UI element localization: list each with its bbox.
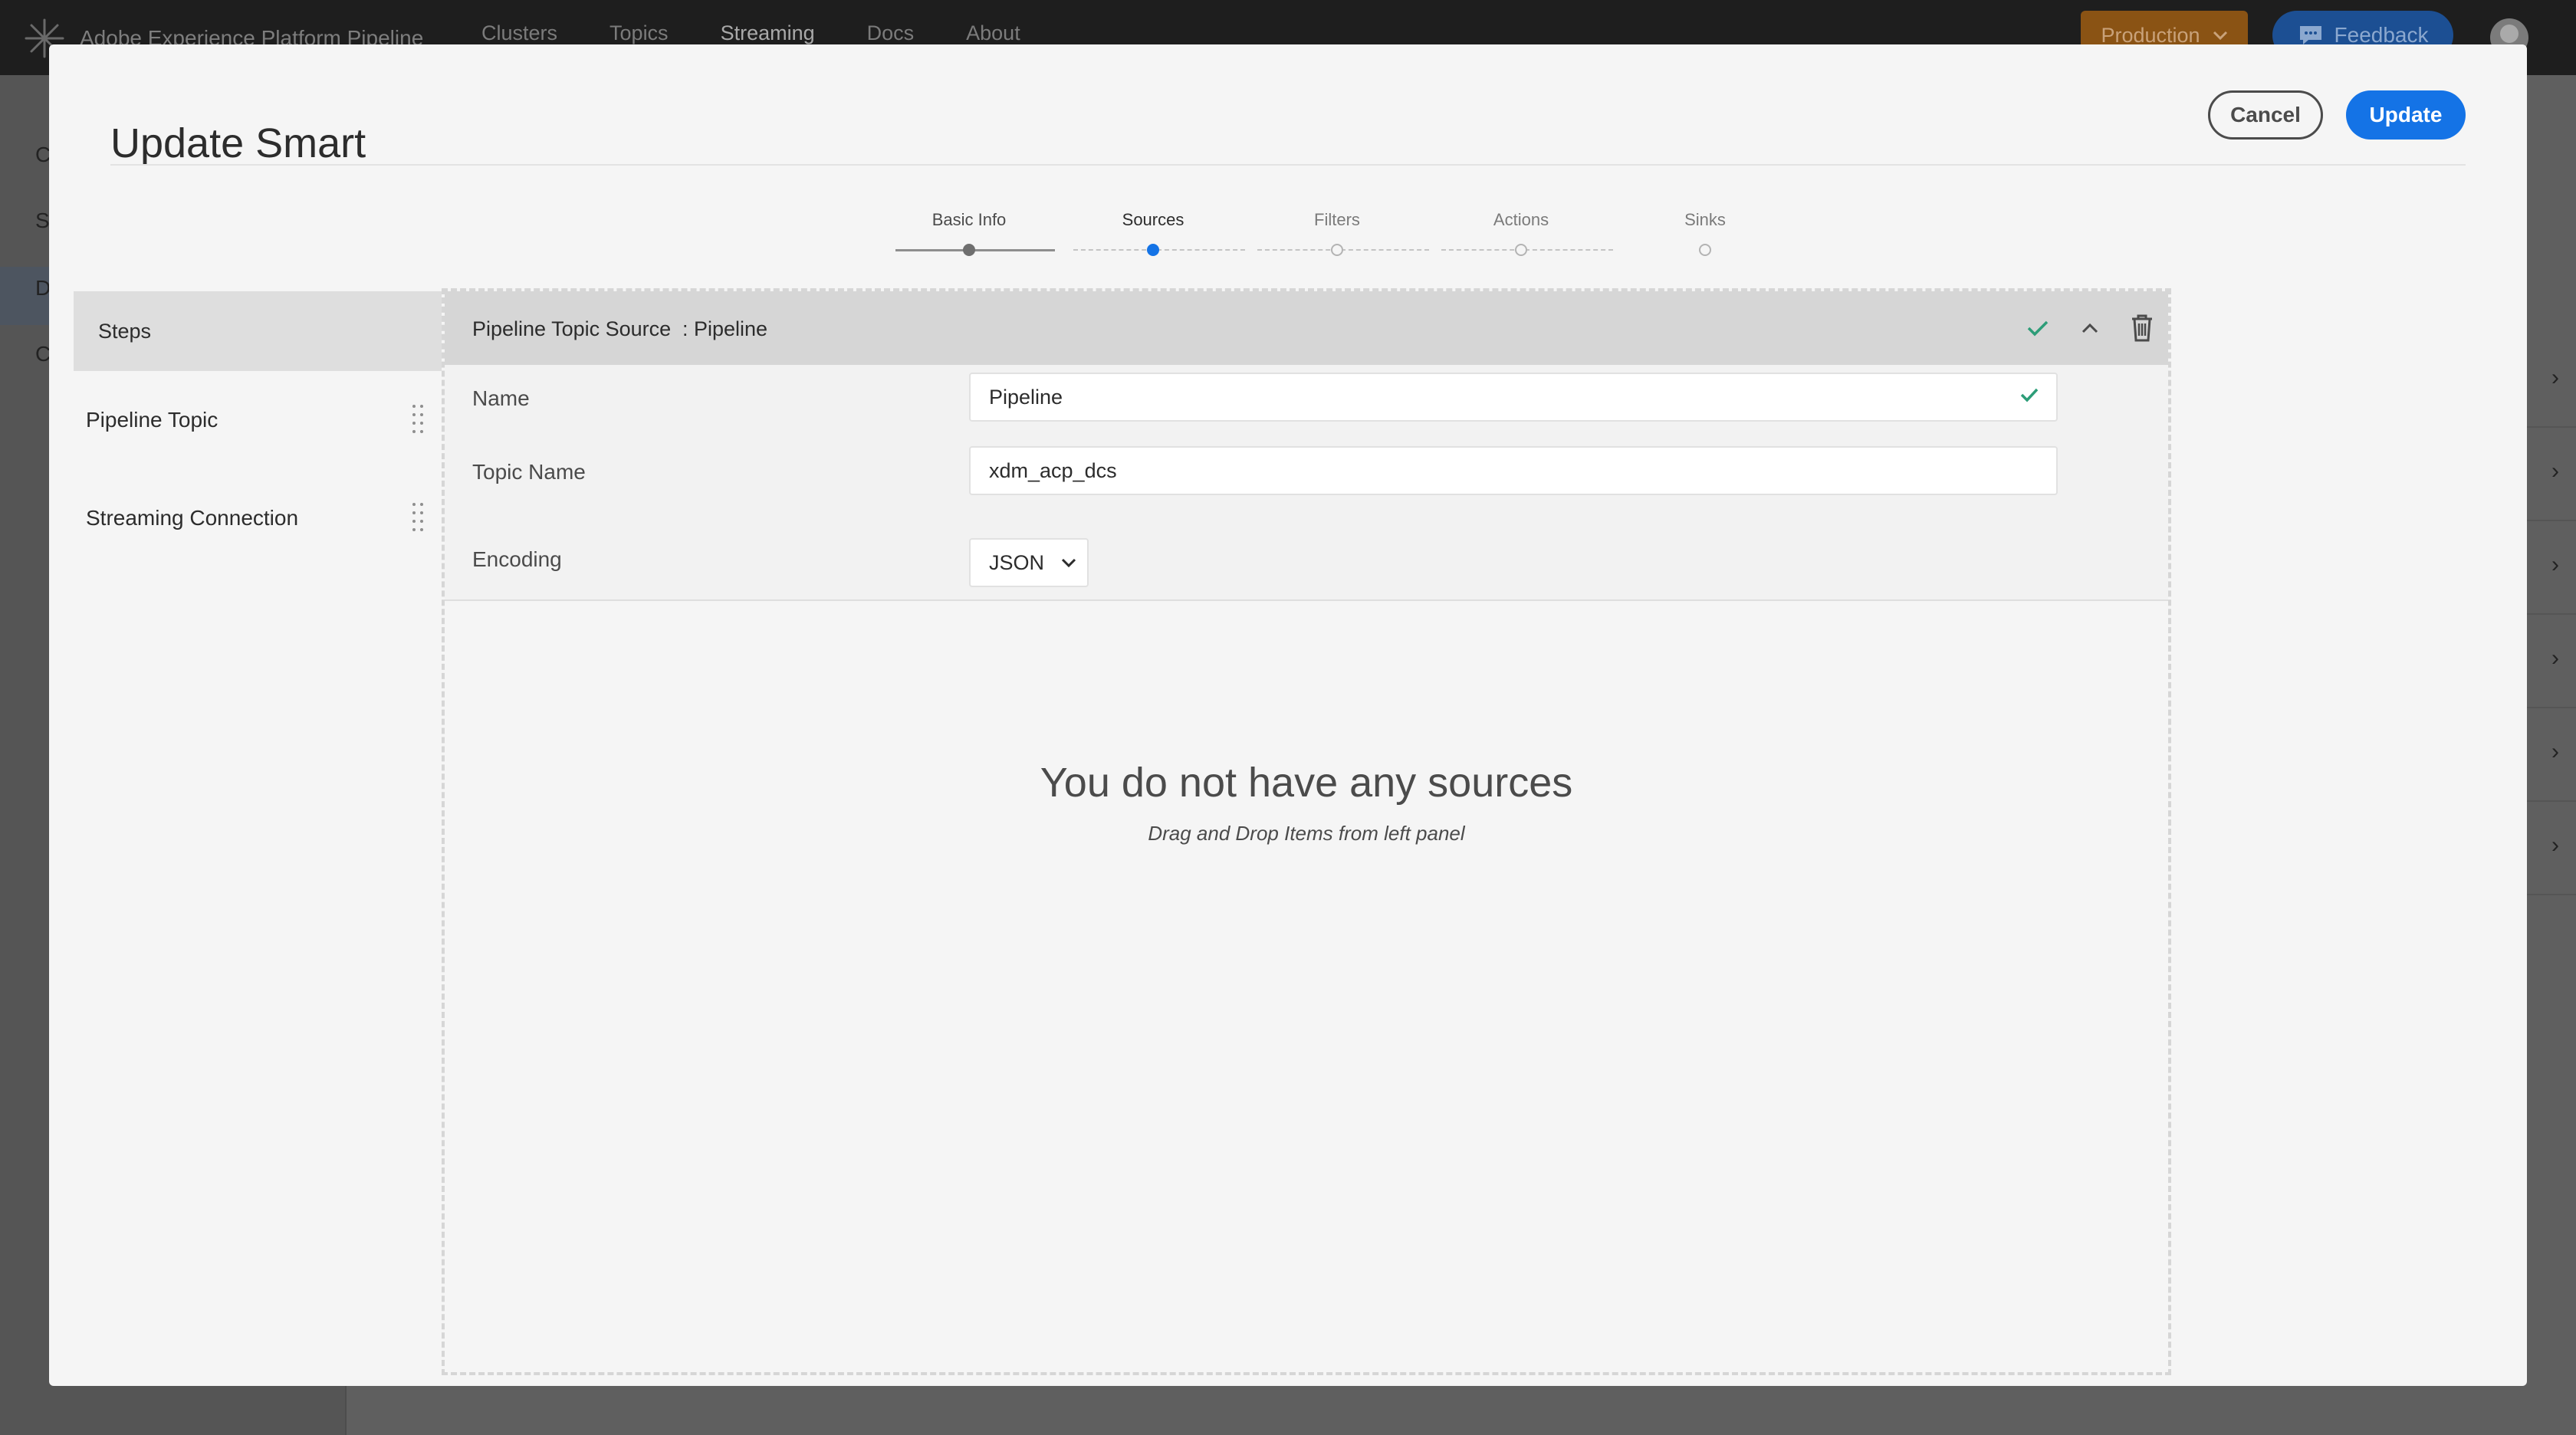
source-card-actions — [2012, 308, 2168, 348]
dialog-title: Update Smart — [110, 120, 366, 167]
encoding-select[interactable]: JSON — [969, 538, 1089, 587]
delete-trash-icon[interactable] — [2116, 308, 2168, 348]
stepper-line — [1441, 249, 1613, 251]
step-dot — [1699, 244, 1711, 256]
source-card-header[interactable]: Pipeline Topic Source : Pipeline — [445, 291, 2168, 365]
source-card-title: Pipeline Topic Source — [472, 317, 672, 340]
encoding-label: Encoding — [472, 547, 562, 571]
background-row — [2522, 615, 2576, 708]
validated-check-icon[interactable] — [2012, 308, 2064, 348]
update-smart-dialog: Update Smart Cancel Update Basic Info So… — [49, 44, 2527, 1386]
background-row — [2522, 428, 2576, 521]
step-dot-current — [1147, 244, 1159, 256]
topic-name-input-value: xdm_acp_dcs — [989, 458, 1117, 482]
environment-label: Production — [2101, 23, 2200, 47]
name-input[interactable]: Pipeline — [969, 373, 2058, 422]
step-label: Sinks — [1684, 210, 1726, 229]
step-label: Sources — [1122, 210, 1184, 229]
empty-state-title: You do not have any sources — [1040, 760, 1573, 806]
source-card: Pipeline Topic Source : Pipeline Name Pi — [445, 291, 2168, 601]
step-filters[interactable]: Filters — [1260, 210, 1414, 230]
step-sinks[interactable]: Sinks — [1628, 210, 1782, 230]
stepper-line — [1073, 249, 1245, 251]
stepper-line-completed — [895, 249, 1055, 251]
drag-handle-icon[interactable] — [412, 405, 423, 435]
chevron-down-icon — [2213, 31, 2227, 41]
background-row — [2522, 521, 2576, 615]
background-sidebar-item: S — [35, 209, 50, 232]
step-actions[interactable]: Actions — [1444, 210, 1598, 230]
collapse-chevron-up-icon[interactable] — [2064, 308, 2116, 348]
draggable-step-streaming-connection[interactable]: Streaming Connection — [74, 469, 442, 567]
name-input-value: Pipeline — [989, 385, 1063, 409]
drag-handle-icon[interactable] — [412, 503, 423, 534]
background-list — [2522, 334, 2576, 895]
background-row — [2522, 802, 2576, 895]
steps-panel: Steps Pipeline Topic Streaming Connectio… — [74, 291, 442, 567]
step-dot — [1331, 244, 1343, 256]
step-dot — [1515, 244, 1527, 256]
background-row — [2522, 334, 2576, 428]
wizard-stepper: Basic Info Sources Filters Actions Sinks — [883, 210, 1742, 264]
empty-state-subtitle: Drag and Drop Items from left panel — [1148, 822, 1465, 845]
update-button[interactable]: Update — [2346, 90, 2466, 140]
step-label: Actions — [1493, 210, 1549, 229]
draggable-step-pipeline-topic[interactable]: Pipeline Topic — [74, 371, 442, 469]
step-item-label: Pipeline Topic — [86, 408, 219, 432]
step-label: Basic Info — [932, 210, 1007, 229]
encoding-value: JSON — [989, 550, 1045, 574]
step-dot-completed — [963, 244, 975, 256]
sources-drop-zone[interactable]: Pipeline Topic Source : Pipeline Name Pi — [442, 288, 2171, 1375]
steps-panel-header: Steps — [74, 291, 442, 371]
step-basic-info[interactable]: Basic Info — [892, 210, 1046, 230]
topic-name-input[interactable]: xdm_acp_dcs — [969, 446, 2058, 495]
stepper-line — [1257, 249, 1429, 251]
step-label: Filters — [1314, 210, 1360, 229]
header-divider — [110, 164, 2466, 166]
valid-check-icon — [2020, 388, 2039, 402]
source-card-subtitle: : Pipeline — [682, 317, 768, 340]
background-row — [2522, 708, 2576, 802]
name-label: Name — [472, 386, 530, 410]
cancel-button[interactable]: Cancel — [2208, 90, 2323, 140]
chevron-down-icon — [1061, 558, 1076, 568]
step-sources[interactable]: Sources — [1076, 210, 1230, 230]
step-item-label: Streaming Connection — [86, 506, 299, 530]
chat-bubble-icon — [2299, 26, 2321, 44]
topic-name-label: Topic Name — [472, 460, 586, 484]
